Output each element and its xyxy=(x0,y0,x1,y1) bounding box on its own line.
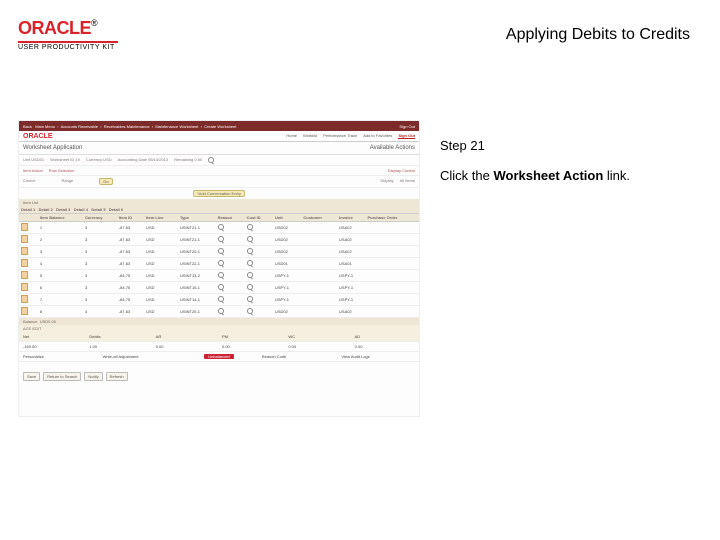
choice-row: Choice Range Go Display All Items xyxy=(19,176,419,188)
search-icon[interactable] xyxy=(247,284,253,290)
return-button[interactable]: Return to Search xyxy=(43,372,81,381)
table-row: 53-84.75USDUSINT13-2USPY-1USPY-1 xyxy=(19,270,419,282)
search-icon[interactable] xyxy=(218,272,224,278)
doc-icon[interactable] xyxy=(21,307,28,315)
doc-icon[interactable] xyxy=(21,271,28,279)
tab-home[interactable]: Home xyxy=(286,133,297,139)
doc-icon[interactable] xyxy=(21,283,28,291)
doc-icon[interactable] xyxy=(21,235,28,243)
search-icon[interactable] xyxy=(218,308,224,314)
search-icon[interactable] xyxy=(247,248,253,254)
instruction-text: Click the Worksheet Action link. xyxy=(440,168,630,183)
header-row: Item BalanceCurrency Item IDItem LineTyp… xyxy=(19,214,419,222)
breadcrumb-bar: Back Main Menu › Accounts Receivable › R… xyxy=(19,121,419,131)
save-button[interactable]: Save xyxy=(23,372,40,381)
search-icon[interactable] xyxy=(247,296,253,302)
balance-header: Balance USD0.00 xyxy=(19,318,419,325)
doc-icon[interactable] xyxy=(21,295,28,303)
table-row: 13-87.63USDUSINT21-1USD02USA02 xyxy=(19,222,419,234)
ace-edit-bar: ACE EDIT xyxy=(19,325,419,332)
search-icon[interactable] xyxy=(218,296,224,302)
refresh-button[interactable]: Refresh xyxy=(106,372,128,381)
balance-vals: -169.50 1.00 0.00 0.00 0.00 0.00 xyxy=(19,342,419,352)
tab-signout[interactable]: Sign Out xyxy=(398,133,415,139)
page-title: Applying Debits to Credits xyxy=(506,26,690,44)
go-button[interactable]: Go xyxy=(99,178,112,185)
instruction-prefix: Click the xyxy=(440,168,493,183)
table-row: 33-87.63USDUSINT20-1USD02USA02 xyxy=(19,246,419,258)
top-tabs: Home Worklist Performance Trace Add to F… xyxy=(286,133,415,139)
step-label: Step 21 xyxy=(440,138,485,153)
brand-logo: ORACLE® USER PRODUCTIVITY KIT xyxy=(18,18,118,51)
tab-performance[interactable]: Performance Trace xyxy=(323,133,357,139)
doc-icon[interactable] xyxy=(21,247,28,255)
logo-subtitle: USER PRODUCTIVITY KIT xyxy=(18,44,118,51)
app-header: ORACLE Home Worklist Performance Trace A… xyxy=(19,131,419,142)
search-icon[interactable] xyxy=(208,157,214,163)
signout-link[interactable]: Sign Out xyxy=(399,124,415,129)
search-icon[interactable] xyxy=(218,248,224,254)
search-icon[interactable] xyxy=(247,260,253,266)
search-icon[interactable] xyxy=(247,308,253,314)
add-conversation-button[interactable]: *Add Conversation Entry xyxy=(193,190,245,197)
worksheet-title: Worksheet Application xyxy=(23,145,82,151)
filter-row-1: Unit USD01 Worksheet ID 19 Currency USD … xyxy=(19,155,419,166)
app-brand: ORACLE xyxy=(23,133,53,140)
available-actions-label: Available Actions xyxy=(370,145,415,151)
registered-mark: ® xyxy=(91,18,98,28)
table-row: 63-84.75USDUSINT15-1USPY-1USPY-1 xyxy=(19,282,419,294)
logo-word: ORACLE xyxy=(18,18,91,38)
tab-favorites[interactable]: Add to Favorites xyxy=(363,133,392,139)
app-screenshot: Back Main Menu › Accounts Receivable › R… xyxy=(18,120,420,417)
balance-cols: Net Debits AR PM WC AD xyxy=(19,332,419,342)
search-icon[interactable] xyxy=(218,224,224,230)
unbalanced-badge: Unbalanced xyxy=(204,354,233,359)
search-icon[interactable] xyxy=(247,272,253,278)
notify-button[interactable]: Notify xyxy=(84,372,102,381)
table-row: 73-84.75USDUSINT14-1USPY-1USPY-1 xyxy=(19,294,419,306)
search-icon[interactable] xyxy=(247,224,253,230)
legend-row: Personalize Write-off Adjustment Unbalan… xyxy=(19,352,419,362)
doc-icon[interactable] xyxy=(21,223,28,231)
tab-worklist[interactable]: Worklist xyxy=(303,133,317,139)
table-row: 43-87.63USDUSINT22-1USD01USA01 xyxy=(19,258,419,270)
search-icon[interactable] xyxy=(218,236,224,242)
action-row: Item Action Row Selection Display Contro… xyxy=(19,166,419,176)
doc-icon[interactable] xyxy=(21,259,28,267)
logo-rule xyxy=(18,41,118,43)
add-conversation: *Add Conversation Entry xyxy=(19,188,419,199)
search-icon[interactable] xyxy=(218,260,224,266)
item-table: Detail 1 Detail 2 Detail 3 Detail 4 Deta… xyxy=(19,206,419,318)
table-row: 84-87.63USDUSINT20-1USD02USA02 xyxy=(19,306,419,318)
search-icon[interactable] xyxy=(218,284,224,290)
tab-row: Detail 1 Detail 2 Detail 3 Detail 4 Deta… xyxy=(19,206,419,214)
instruction-link-name: Worksheet Action xyxy=(493,168,603,183)
table-row: 23-87.63USDUSINT21-1USD02USA02 xyxy=(19,234,419,246)
breadcrumb: Back Main Menu › Accounts Receivable › R… xyxy=(23,124,236,129)
search-icon[interactable] xyxy=(247,236,253,242)
bottom-toolbar: Save Return to Search Notify Refresh xyxy=(19,368,419,385)
worksheet-title-row: Worksheet Application Available Actions xyxy=(19,142,419,155)
item-list-header: Item List xyxy=(19,199,419,206)
instruction-suffix: link. xyxy=(603,168,630,183)
worksheet-action-link[interactable]: Item Action xyxy=(23,168,43,173)
